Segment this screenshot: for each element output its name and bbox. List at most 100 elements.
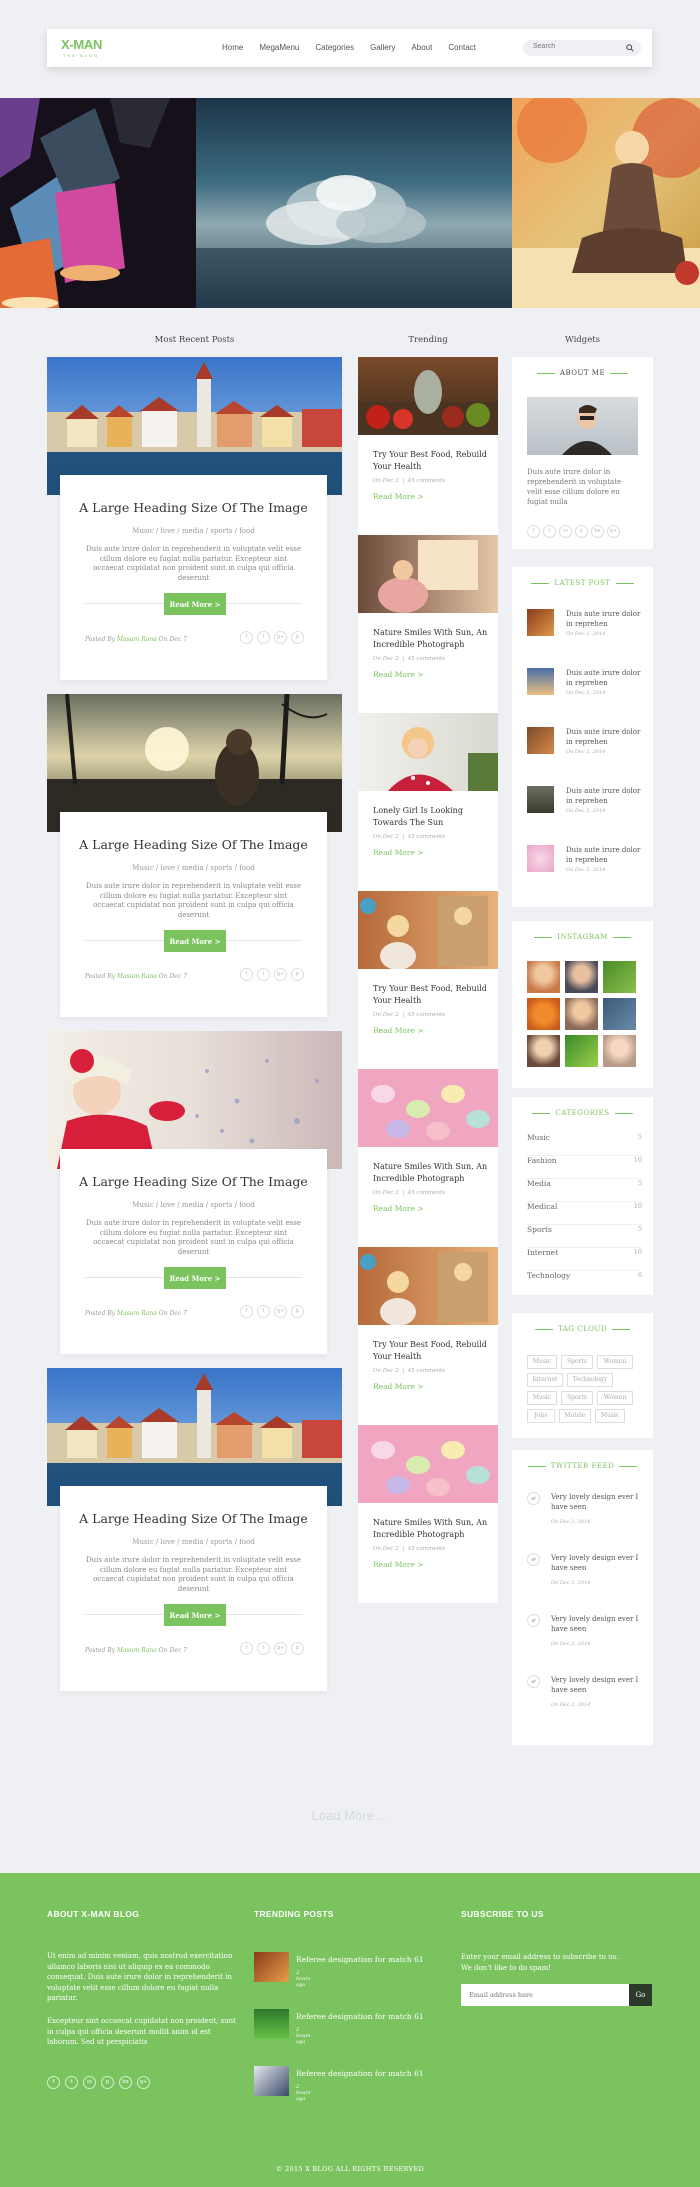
trending-read-more[interactable]: Read More > [373, 1382, 424, 1391]
trending-image-food[interactable] [358, 357, 498, 435]
email-input[interactable] [461, 1984, 629, 2006]
pinterest-icon[interactable]: p [291, 631, 304, 644]
google-plus-icon[interactable]: g+ [274, 968, 287, 981]
category-item[interactable]: Fashion 10 [527, 1156, 642, 1179]
post-title[interactable]: A Large Heading Size Of The Image [60, 837, 327, 852]
latest-post-item[interactable]: Duis aute irure dolor in reprehen On Dec … [527, 843, 642, 873]
latest-post-item[interactable]: Duis aute irure dolor in reprehen On Dec … [527, 725, 642, 755]
trending-image-girl-window[interactable] [358, 535, 498, 613]
trending-read-more[interactable]: Read More > [373, 848, 424, 857]
instagram-photo[interactable] [527, 998, 560, 1030]
trending-image-lonely-girl[interactable] [358, 713, 498, 791]
logo[interactable]: X-MAN [61, 37, 102, 52]
nav-megamenu[interactable]: MegaMenu [259, 43, 299, 52]
post-title[interactable]: A Large Heading Size Of The Image [60, 1174, 327, 1189]
trending-title[interactable]: Try Your Best Food, Rebuild Your Health [373, 983, 488, 1007]
tag-item[interactable]: Mobile [559, 1409, 591, 1423]
instagram-photo[interactable] [565, 961, 598, 993]
twitter-icon[interactable]: t [257, 1305, 270, 1318]
latest-post-item[interactable]: Duis aute irure dolor in reprehen On Dec … [527, 666, 642, 696]
post-author[interactable]: Masum Rana [117, 636, 157, 643]
search-icon[interactable] [626, 44, 634, 52]
load-more-button[interactable]: Load More ... [0, 1808, 700, 1823]
tag-item[interactable]: Technology [567, 1373, 613, 1387]
nav-home[interactable]: Home [222, 43, 243, 52]
trending-comments[interactable]: 45 comments [408, 834, 445, 840]
instagram-photo[interactable] [603, 998, 636, 1030]
instagram-photo[interactable] [527, 961, 560, 993]
latest-post-item[interactable]: Duis aute irure dolor in reprehen On Dec … [527, 784, 642, 814]
category-item[interactable]: Media 5 [527, 1179, 642, 1202]
trending-image-candy-hearts[interactable] [358, 1425, 498, 1503]
post-title[interactable]: A Large Heading Size Of The Image [60, 1511, 327, 1526]
tag-item[interactable]: Sports [561, 1391, 593, 1405]
google-plus-icon[interactable]: g+ [274, 631, 287, 644]
google-plus-icon[interactable]: g+ [607, 525, 620, 538]
post-author[interactable]: Masum Rana [117, 1647, 157, 1654]
category-item[interactable]: Medical 10 [527, 1202, 642, 1225]
google-plus-icon[interactable]: g+ [137, 2076, 150, 2089]
twitter-icon[interactable]: t [257, 631, 270, 644]
post-author[interactable]: Masum Rana [117, 973, 157, 980]
trending-comments[interactable]: 45 comments [408, 656, 445, 662]
pinterest-icon[interactable]: p [291, 1642, 304, 1655]
facebook-icon[interactable]: f [240, 1305, 253, 1318]
tag-item[interactable]: Music [595, 1409, 625, 1423]
pinterest-icon[interactable]: p [291, 968, 304, 981]
nav-contact[interactable]: Contact [448, 43, 476, 52]
trending-title[interactable]: Nature Smiles With Sun, An Incredible Ph… [373, 627, 488, 651]
tag-item[interactable]: Internet [527, 1373, 563, 1387]
twitter-icon[interactable]: t [257, 1642, 270, 1655]
trending-read-more[interactable]: Read More > [373, 492, 424, 501]
instagram-photo[interactable] [603, 1035, 636, 1067]
google-plus-icon[interactable]: g+ [274, 1642, 287, 1655]
read-more-button[interactable]: Read More > [164, 930, 226, 952]
facebook-icon[interactable]: f [240, 631, 253, 644]
pinterest-icon[interactable]: p [575, 525, 588, 538]
pinterest-icon[interactable]: p [291, 1305, 304, 1318]
facebook-icon[interactable]: f [527, 525, 540, 538]
read-more-button[interactable]: Read More > [164, 1604, 226, 1626]
nav-categories[interactable]: Categories [315, 43, 354, 52]
behance-icon[interactable]: be [119, 2076, 132, 2089]
facebook-icon[interactable]: f [47, 2076, 60, 2089]
instagram-photo[interactable] [527, 1035, 560, 1067]
trending-read-more[interactable]: Read More > [373, 1560, 424, 1569]
google-plus-icon[interactable]: g+ [274, 1305, 287, 1318]
nav-about[interactable]: About [411, 43, 432, 52]
instagram-photo[interactable] [565, 998, 598, 1030]
facebook-icon[interactable]: f [240, 968, 253, 981]
trending-title[interactable]: Nature Smiles With Sun, An Incredible Ph… [373, 1161, 488, 1185]
trending-title[interactable]: Lonely Girl Is Looking Towards The Sun [373, 805, 488, 829]
category-item[interactable]: Internet 10 [527, 1248, 642, 1271]
instagram-photo[interactable] [565, 1035, 598, 1067]
tag-item[interactable]: Women [597, 1355, 633, 1369]
tag-item[interactable]: Sports [561, 1355, 593, 1369]
trending-comments[interactable]: 45 comments [408, 1368, 445, 1374]
search-input[interactable] [533, 43, 613, 50]
instagram-photo[interactable] [603, 961, 636, 993]
trending-comments[interactable]: 45 comments [408, 1190, 445, 1196]
trending-read-more[interactable]: Read More > [373, 1026, 424, 1035]
trending-read-more[interactable]: Read More > [373, 670, 424, 679]
post-title[interactable]: A Large Heading Size Of The Image [60, 500, 327, 515]
post-author[interactable]: Masum Rana [117, 1310, 157, 1317]
twitter-icon[interactable]: t [257, 968, 270, 981]
linkedin-icon[interactable]: in [83, 2076, 96, 2089]
trending-image-mirror[interactable] [358, 891, 498, 969]
trending-read-more[interactable]: Read More > [373, 1204, 424, 1213]
pinterest-icon[interactable]: p [101, 2076, 114, 2089]
category-item[interactable]: Music 5 [527, 1133, 642, 1156]
read-more-button[interactable]: Read More > [164, 1267, 226, 1289]
category-item[interactable]: Technology 6 [527, 1271, 642, 1294]
tag-item[interactable]: Women [597, 1391, 633, 1405]
subscribe-go-button[interactable]: Go [629, 1984, 652, 2006]
twitter-icon[interactable]: t [65, 2076, 78, 2089]
read-more-button[interactable]: Read More > [164, 593, 226, 615]
tag-item[interactable]: Music [527, 1391, 557, 1405]
trending-comments[interactable]: 45 comments [408, 478, 445, 484]
trending-comments[interactable]: 45 comments [408, 1012, 445, 1018]
trending-title[interactable]: Nature Smiles With Sun, An Incredible Ph… [373, 1517, 488, 1541]
tag-item[interactable]: Music [527, 1355, 557, 1369]
trending-image-mirror[interactable] [358, 1247, 498, 1325]
